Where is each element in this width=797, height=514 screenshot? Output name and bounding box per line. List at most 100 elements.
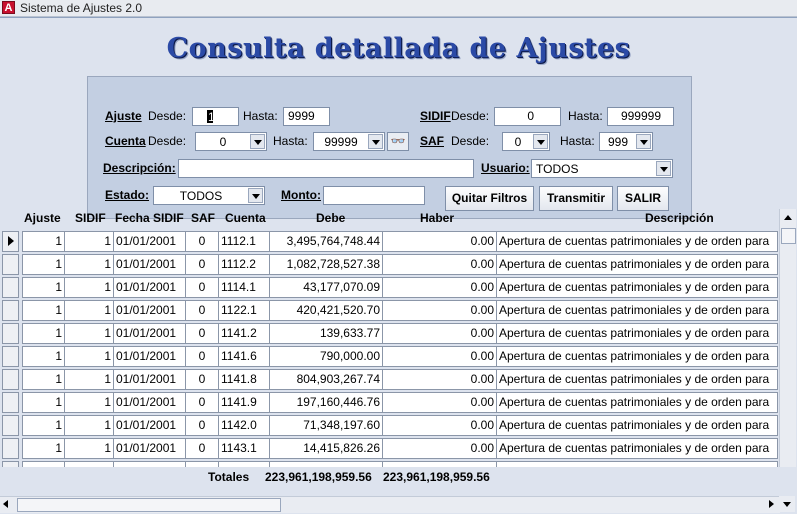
col-haber[interactable]: Haber [420, 211, 454, 225]
table-row[interactable]: 1 1 01/01/2001 0 1122.1 420,421,520.70 0… [0, 300, 778, 321]
col-fecha-sidif[interactable]: Fecha SIDIF [115, 211, 184, 225]
cell-descripcion[interactable]: Apertura de cuentas patrimoniales y de o… [496, 346, 778, 367]
cell-fecha[interactable]: 01/01/2001 [113, 346, 185, 367]
col-sidif[interactable]: SIDIF [75, 211, 106, 225]
row-selector[interactable] [2, 392, 19, 413]
cell-descripcion[interactable]: Apertura de cuentas patrimoniales y de o… [496, 277, 778, 298]
cell-ajuste[interactable]: 1 [22, 392, 64, 413]
cell-cuenta[interactable]: 1142.0 [218, 415, 269, 436]
cell-haber[interactable]: 0.00 [382, 254, 496, 275]
cell-cuenta[interactable]: 1141.6 [218, 346, 269, 367]
quitar-filtros-button[interactable]: Quitar Filtros [445, 186, 534, 211]
scroll-thumb-horizontal[interactable] [17, 498, 281, 512]
saf-desde-select[interactable]: 0 [502, 132, 550, 151]
table-row[interactable]: 1 1 01/01/2001 0 1143.1 14,415,826.26 0.… [0, 438, 778, 459]
cuenta-hasta-select[interactable]: 99999 [313, 132, 385, 151]
cell-sidif[interactable]: 1 [64, 369, 113, 390]
scroll-thumb[interactable] [781, 228, 796, 244]
col-descripcion[interactable]: Descripción [645, 211, 714, 225]
saf-hasta-select[interactable]: 999 [599, 132, 653, 151]
cell-descripcion[interactable]: Apertura de cuentas patrimoniales y de o… [496, 438, 778, 459]
cell-debe[interactable]: 3,495,764,748.44 [269, 231, 382, 252]
table-row[interactable]: 1 1 01/01/2001 0 1114.1 43,177,070.09 0.… [0, 277, 778, 298]
row-selector[interactable] [2, 369, 19, 390]
usuario-select[interactable]: TODOS [531, 159, 673, 178]
row-selector[interactable] [2, 415, 19, 436]
cell-saf[interactable]: 0 [185, 300, 218, 321]
table-row[interactable]: 1 1 01/01/2001 0 1112.1 3,495,764,748.44… [0, 231, 778, 252]
transmitir-button[interactable]: Transmitir [539, 186, 613, 211]
cell-ajuste[interactable]: 1 [22, 438, 64, 459]
cell-debe[interactable]: 790,000.00 [269, 346, 382, 367]
row-selector[interactable] [2, 277, 19, 298]
cell-saf[interactable]: 0 [185, 231, 218, 252]
cell-fecha[interactable]: 01/01/2001 [113, 369, 185, 390]
cell-ajuste[interactable]: 1 [22, 369, 64, 390]
cell-haber[interactable]: 0.00 [382, 323, 496, 344]
glasses-icon[interactable]: 👓 [387, 132, 409, 151]
estado-select[interactable]: TODOS [153, 186, 265, 205]
cuenta-desde-select[interactable]: 0 [195, 132, 267, 151]
cell-haber[interactable]: 0.00 [382, 392, 496, 413]
cell-fecha[interactable]: 01/01/2001 [113, 300, 185, 321]
col-ajuste[interactable]: Ajuste [24, 211, 61, 225]
scroll-right-icon[interactable] [769, 500, 774, 508]
cell-debe[interactable]: 14,415,826.26 [269, 438, 382, 459]
cell-haber[interactable]: 0.00 [382, 438, 496, 459]
cell-saf[interactable]: 0 [185, 438, 218, 459]
chevron-down-icon[interactable] [656, 161, 671, 176]
cell-cuenta[interactable]: 1141.9 [218, 392, 269, 413]
row-selector[interactable] [2, 231, 19, 252]
ajuste-desde-input[interactable]: 1 [192, 107, 239, 126]
cell-sidif[interactable]: 1 [64, 438, 113, 459]
chevron-down-icon[interactable] [248, 188, 263, 203]
table-row[interactable]: 1 1 01/01/2001 0 1141.9 197,160,446.76 0… [0, 392, 778, 413]
cell-descripcion[interactable]: Apertura de cuentas patrimoniales y de o… [496, 392, 778, 413]
cell-saf[interactable]: 0 [185, 415, 218, 436]
cell-descripcion[interactable]: Apertura de cuentas patrimoniales y de o… [496, 323, 778, 344]
cell-haber[interactable]: 0.00 [382, 415, 496, 436]
cell-debe[interactable]: 43,177,070.09 [269, 277, 382, 298]
ajuste-hasta-input[interactable]: 9999 [283, 107, 330, 126]
cell-fecha[interactable]: 01/01/2001 [113, 277, 185, 298]
cell-debe[interactable]: 197,160,446.76 [269, 392, 382, 413]
cell-sidif[interactable]: 1 [64, 346, 113, 367]
cell-sidif[interactable]: 1 [64, 277, 113, 298]
cell-saf[interactable]: 0 [185, 346, 218, 367]
cell-fecha[interactable]: 01/01/2001 [113, 415, 185, 436]
cell-fecha[interactable]: 01/01/2001 [113, 323, 185, 344]
row-selector[interactable] [2, 438, 19, 459]
cell-descripcion[interactable]: Apertura de cuentas patrimoniales y de o… [496, 231, 778, 252]
chevron-down-icon[interactable] [636, 134, 651, 149]
cell-debe[interactable]: 804,903,267.74 [269, 369, 382, 390]
col-saf[interactable]: SAF [191, 211, 215, 225]
cell-sidif[interactable]: 1 [64, 323, 113, 344]
cell-cuenta[interactable]: 1114.1 [218, 277, 269, 298]
cell-haber[interactable]: 0.00 [382, 300, 496, 321]
cell-ajuste[interactable]: 1 [22, 277, 64, 298]
cell-cuenta[interactable]: 1141.2 [218, 323, 269, 344]
cell-fecha[interactable]: 01/01/2001 [113, 438, 185, 459]
cell-debe[interactable]: 420,421,520.70 [269, 300, 382, 321]
cell-ajuste[interactable]: 1 [22, 300, 64, 321]
scroll-down-icon[interactable] [779, 496, 795, 512]
cell-cuenta[interactable]: 1112.1 [218, 231, 269, 252]
cell-fecha[interactable]: 01/01/2001 [113, 254, 185, 275]
cell-ajuste[interactable]: 1 [22, 346, 64, 367]
scroll-up-icon[interactable] [780, 209, 796, 226]
chevron-down-icon[interactable] [250, 134, 265, 149]
monto-input[interactable] [323, 186, 425, 205]
descripcion-input[interactable] [178, 159, 474, 178]
col-debe[interactable]: Debe [316, 211, 345, 225]
chevron-down-icon[interactable] [368, 134, 383, 149]
cell-debe[interactable]: 1,082,728,527.38 [269, 254, 382, 275]
cell-ajuste[interactable]: 1 [22, 254, 64, 275]
table-row[interactable]: 1 1 01/01/2001 0 1112.2 1,082,728,527.38… [0, 254, 778, 275]
salir-button[interactable]: SALIR [617, 186, 669, 211]
cell-sidif[interactable]: 1 [64, 392, 113, 413]
cell-cuenta[interactable]: 1143.1 [218, 438, 269, 459]
cell-debe[interactable]: 139,633.77 [269, 323, 382, 344]
cell-saf[interactable]: 0 [185, 369, 218, 390]
cell-haber[interactable]: 0.00 [382, 369, 496, 390]
cell-saf[interactable]: 0 [185, 277, 218, 298]
